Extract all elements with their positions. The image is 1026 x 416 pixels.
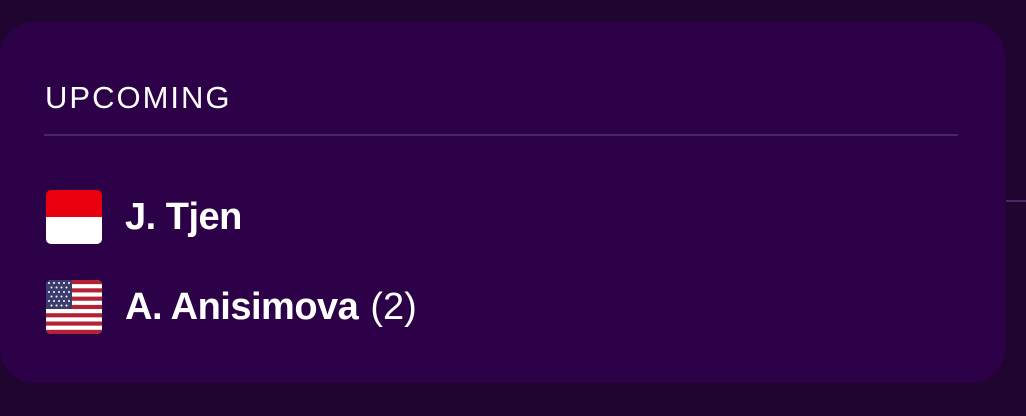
- player-seed: (2): [370, 286, 417, 328]
- indonesia-flag-icon: [46, 190, 102, 244]
- upcoming-card: UPCOMING J. Tjen A. Anisimova (2): [0, 22, 1005, 383]
- player-name: A. Anisimova: [125, 286, 359, 328]
- player-row-anisimova[interactable]: A. Anisimova (2): [46, 279, 417, 335]
- player-row-tjen[interactable]: J. Tjen: [46, 189, 242, 245]
- divider: [44, 134, 958, 136]
- card-title: UPCOMING: [45, 80, 232, 115]
- edge-divider-line: [1006, 200, 1026, 202]
- player-name: J. Tjen: [125, 196, 242, 238]
- usa-flag-icon: [46, 280, 102, 334]
